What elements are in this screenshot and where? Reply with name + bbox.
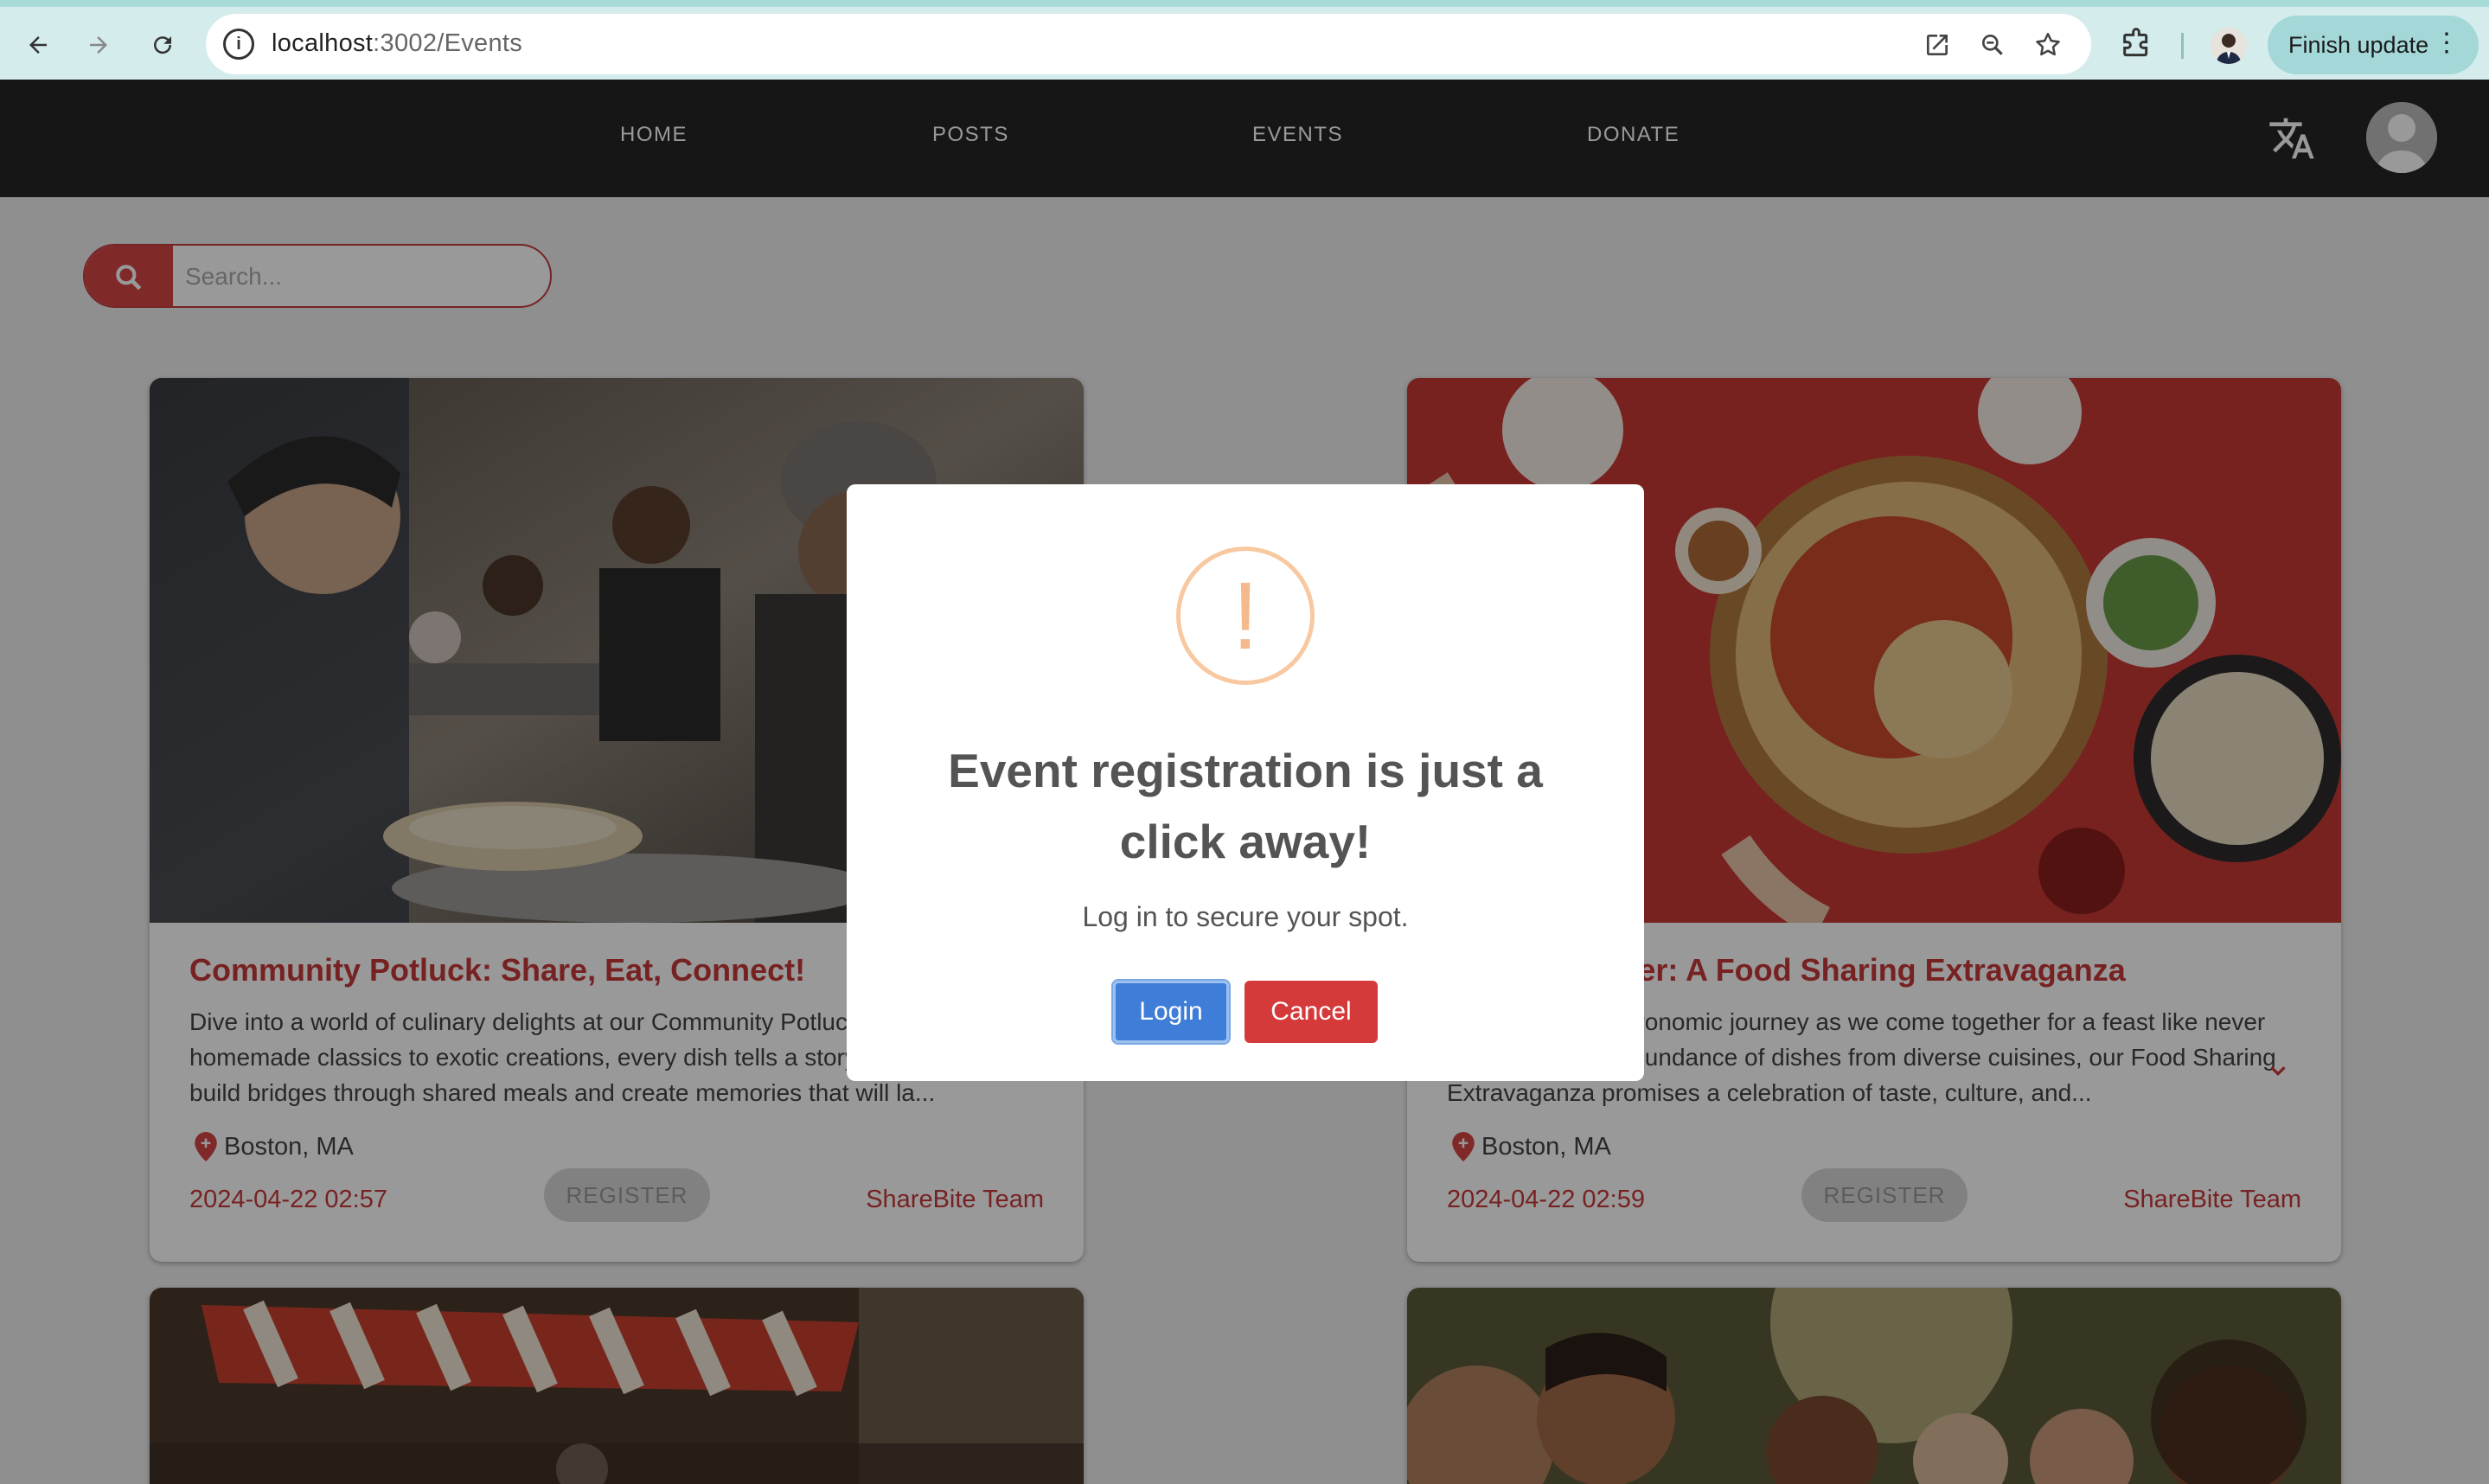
more-menu-icon[interactable]: ⋮ (2434, 28, 2460, 59)
url-text[interactable]: localhost:3002/Events (272, 29, 522, 58)
forward-icon[interactable] (78, 24, 119, 66)
back-icon[interactable] (17, 24, 59, 66)
toolbar-divider (2181, 33, 2184, 59)
cancel-button[interactable]: Cancel (1244, 981, 1378, 1043)
browser-profile-avatar[interactable] (2211, 28, 2247, 64)
dialog-title: Event registration is just a click away! (948, 744, 1543, 868)
extensions-icon[interactable] (2119, 28, 2153, 62)
bookmark-star-icon[interactable] (2032, 29, 2064, 61)
login-required-dialog: ! Event registration is just a click awa… (847, 484, 1644, 1081)
warning-icon: ! (1176, 547, 1315, 685)
open-in-new-icon[interactable] (1922, 29, 1953, 61)
dialog-message: Log in to secure your spot. (1082, 901, 1409, 932)
browser-toolbar: i localhost:3002/Events Finish update ⋮ (0, 0, 2489, 80)
site-info-icon[interactable]: i (223, 29, 254, 60)
address-bar[interactable]: i localhost:3002/Events (206, 14, 2091, 74)
zoom-icon[interactable] (1977, 29, 2008, 61)
finish-update-button[interactable]: Finish update ⋮ (2268, 16, 2479, 74)
reload-icon[interactable] (142, 24, 183, 66)
login-button[interactable]: Login (1111, 979, 1231, 1045)
